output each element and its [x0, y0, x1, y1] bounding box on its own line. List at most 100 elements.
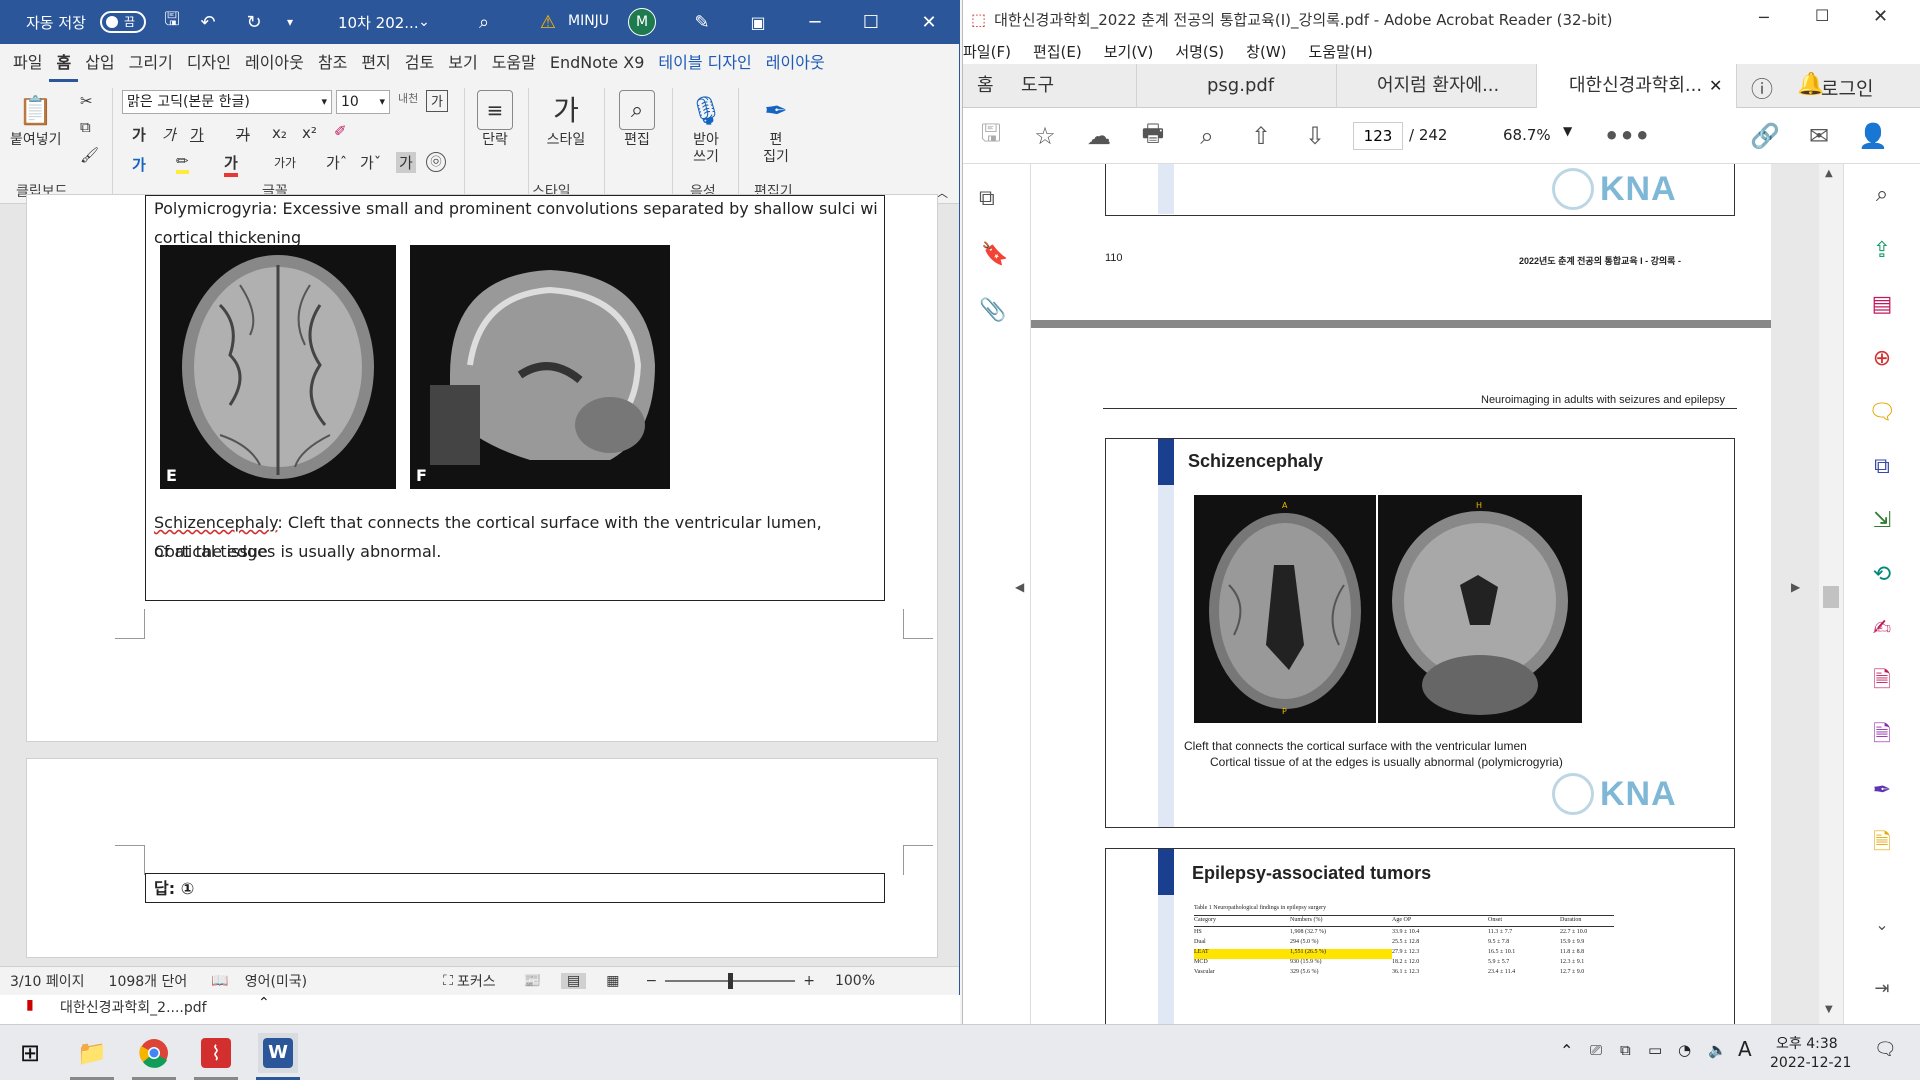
print-layout-icon[interactable]: ▤: [561, 973, 587, 989]
download-item[interactable]: 대한신경과학회_2....pdf: [60, 997, 207, 1017]
zoom-value[interactable]: 68.7%: [1503, 126, 1551, 144]
tab-design[interactable]: 디자인: [180, 44, 238, 82]
language[interactable]: 영어(미국): [245, 971, 307, 991]
edit-pdf-icon[interactable]: 🗎: [1866, 666, 1898, 698]
capture-icon[interactable]: ⧉: [1620, 1041, 1631, 1059]
acrobat-taskbar-icon[interactable]: ⌇: [196, 1033, 236, 1073]
document-name[interactable]: 10차 202...: [338, 12, 419, 33]
enclose-char-icon[interactable]: ㉧: [426, 152, 446, 172]
close-icon[interactable]: ✕: [900, 0, 958, 44]
search-icon[interactable]: ⌕: [470, 8, 498, 36]
menu-help[interactable]: 도움말(H): [1308, 41, 1372, 62]
page-down-icon[interactable]: ⇩: [1299, 120, 1331, 152]
zoom-level[interactable]: 100%: [835, 973, 875, 989]
paragraph-button[interactable]: ≡ 단락: [470, 90, 520, 149]
pen-icon[interactable]: ✎: [688, 8, 716, 36]
compress-icon[interactable]: ⇲: [1866, 504, 1898, 536]
file-explorer-icon[interactable]: 📁: [72, 1033, 112, 1073]
text-effects-icon[interactable]: 가: [132, 154, 146, 175]
maximize-icon[interactable]: ☐: [842, 0, 900, 44]
clock-date[interactable]: 2022-12-21: [1770, 1055, 1851, 1071]
autosave-toggle[interactable]: [100, 11, 146, 33]
windows-start-icon[interactable]: ⊞: [10, 1033, 50, 1073]
bold-icon[interactable]: 가: [132, 124, 146, 145]
zoom-in-icon[interactable]: +: [803, 973, 815, 989]
tab-home[interactable]: 홈: [963, 64, 1007, 108]
zoom-out-search-icon[interactable]: ⌕: [1191, 120, 1223, 152]
font-size-select[interactable]: 10 ▾: [336, 90, 390, 114]
tab-dizziness-pdf[interactable]: 어지럼 환자에...: [1337, 64, 1537, 108]
create-pdf-icon[interactable]: ⊕: [1866, 342, 1898, 374]
comment-icon[interactable]: 🗨: [1866, 396, 1898, 428]
menu-edit[interactable]: 편집(E): [1033, 41, 1082, 62]
web-layout-icon[interactable]: ▦: [606, 973, 619, 989]
highlight-icon[interactable]: ✏: [176, 152, 189, 174]
export-pdf-icon[interactable]: ⇪: [1866, 234, 1898, 266]
superscript-icon[interactable]: x²: [302, 124, 317, 142]
tab-endnote[interactable]: EndNote X9: [543, 44, 652, 82]
tab-layout[interactable]: 레이아웃: [238, 44, 311, 82]
dictate-button[interactable]: 🎙 받아 쓰기: [680, 90, 732, 166]
save-icon[interactable]: 🖫: [975, 119, 1007, 152]
volume-icon[interactable]: 🔈: [1708, 1041, 1727, 1059]
collapse-panel-icon[interactable]: ⇥: [1866, 972, 1898, 1004]
tab-tools[interactable]: 도구: [1007, 64, 1137, 108]
menu-view[interactable]: 보기(V): [1104, 41, 1154, 62]
expand-right-icon[interactable]: ▶: [1791, 580, 1800, 594]
meet-now-icon[interactable]: ⎚: [1590, 1041, 1602, 1059]
page-number-input[interactable]: [1353, 122, 1403, 150]
combine-icon[interactable]: ⧉: [1866, 450, 1898, 482]
tab-kna-pdf[interactable]: 대한신경과학회...: [1537, 64, 1737, 108]
save-icon[interactable]: 🖫: [158, 8, 186, 36]
minimize-icon[interactable]: ─: [1759, 8, 1769, 27]
tab-table-layout[interactable]: 레이아웃: [759, 44, 832, 82]
editor-button[interactable]: ✒ 편 집기: [750, 90, 802, 166]
ribbon-display-icon[interactable]: ▣: [744, 8, 772, 36]
signature-icon[interactable]: ✒: [1866, 774, 1898, 806]
minimize-icon[interactable]: ─: [786, 0, 844, 44]
word-count[interactable]: 1098개 단어: [109, 971, 188, 991]
wifi-icon[interactable]: ◔: [1678, 1041, 1691, 1059]
tray-expand-icon[interactable]: ⌃: [1560, 1041, 1573, 1060]
menu-sign[interactable]: 서명(S): [1175, 41, 1224, 62]
char-border-icon[interactable]: 가: [426, 90, 448, 112]
font-color-icon[interactable]: 가: [224, 152, 238, 177]
tab-psg-pdf[interactable]: psg.pdf: [1137, 64, 1337, 108]
underline-icon[interactable]: 가: [190, 124, 204, 145]
proofing-icon[interactable]: 📖: [211, 973, 228, 989]
tab-help[interactable]: 도움말: [485, 44, 543, 82]
zoom-out-icon[interactable]: −: [646, 973, 658, 989]
tab-view[interactable]: 보기: [441, 44, 484, 82]
clock-time[interactable]: 오후 4:38: [1776, 1033, 1838, 1053]
tab-file[interactable]: 파일: [6, 44, 49, 82]
bookmark-icon[interactable]: 🔖: [981, 242, 1008, 267]
zoom-slider[interactable]: [665, 973, 796, 989]
scan-icon[interactable]: ⟲: [1866, 558, 1898, 590]
undo-icon[interactable]: ↶: [194, 8, 222, 36]
scroll-down-icon[interactable]: ▼: [1825, 1004, 1833, 1015]
font-grow-icon[interactable]: 내천: [398, 90, 418, 106]
email-icon[interactable]: ✉: [1803, 120, 1835, 152]
protect-icon[interactable]: 🗎: [1866, 720, 1898, 752]
attachment-icon[interactable]: 📎: [979, 298, 1006, 323]
strikethrough-icon[interactable]: 가: [236, 124, 250, 145]
page-count[interactable]: 3/10 페이지: [10, 971, 85, 991]
edit-button[interactable]: ⌕ 편집: [612, 90, 662, 149]
tab-home[interactable]: 홈: [49, 44, 79, 82]
tab-draw[interactable]: 그리기: [122, 44, 180, 82]
pages-icon[interactable]: ⧉: [979, 186, 995, 211]
styles-button[interactable]: 가 스타일: [536, 90, 596, 149]
copy-icon[interactable]: ⧉: [80, 118, 91, 136]
subscript-icon[interactable]: x₂: [272, 124, 287, 142]
word-taskbar-icon[interactable]: W: [258, 1033, 298, 1073]
menu-file[interactable]: 파일(F): [963, 41, 1011, 62]
notification-icon[interactable]: 🗨: [1874, 1039, 1897, 1060]
ime-indicator[interactable]: A: [1738, 1037, 1752, 1061]
battery-icon[interactable]: ▭: [1648, 1041, 1662, 1059]
chevron-down-icon[interactable]: ⌄: [1866, 908, 1898, 940]
help-icon[interactable]: ⓘ: [1751, 72, 1773, 104]
print-icon[interactable]: 🖶: [1137, 119, 1169, 152]
page-up-icon[interactable]: ⇧: [1245, 120, 1277, 152]
zoom-slider-thumb[interactable]: [728, 973, 734, 989]
tab-close-icon[interactable]: ✕: [1709, 76, 1722, 95]
